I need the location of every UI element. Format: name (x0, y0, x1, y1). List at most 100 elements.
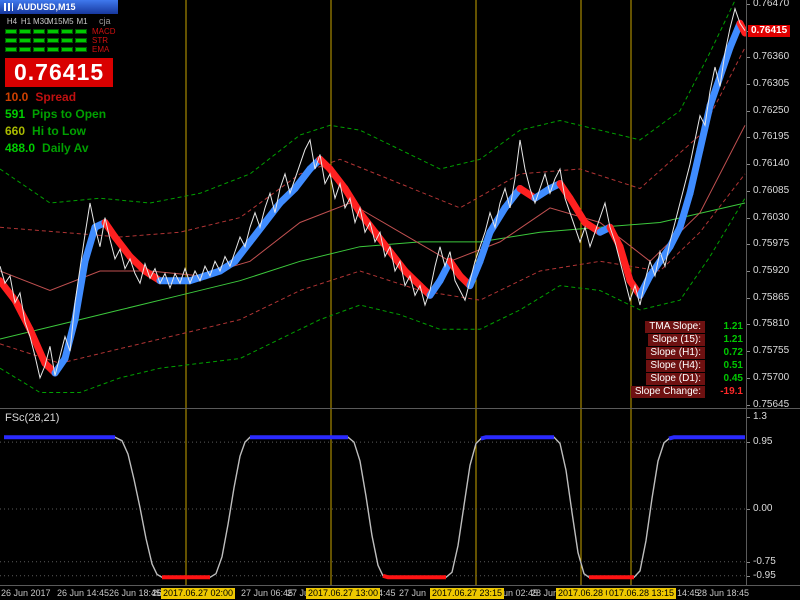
slope-ribbon-segment (696, 102, 714, 154)
signal-square-up (61, 29, 73, 34)
stats-block: 10.0 Spread 591 Pips to Open 660 Hi to Low 488… (5, 90, 116, 155)
time-label: 27 Jun 06:45 (241, 588, 294, 598)
timeframe-label: M1 (76, 16, 88, 26)
tma-row-label: TMA Slope: (645, 321, 705, 333)
tma-row-value: 0.72 (723, 347, 743, 358)
oscillator-axis[interactable]: 1.3 0.95 0.00 -0.75 -0.95 (747, 409, 800, 585)
slope-ribbon-segment (81, 223, 99, 265)
slope-ribbon-segment (616, 243, 634, 285)
price-tick-label: 0.76470 (753, 0, 790, 9)
price-tick-mark (747, 351, 750, 352)
tma-row: Slope (H1): 0.72 (631, 347, 743, 359)
signal-square-up (19, 47, 31, 52)
price-tick-mark (747, 111, 750, 112)
tma-row: Slope (D1): 0.45 (631, 373, 743, 385)
oscillator-tick-mark (747, 562, 750, 563)
price-tick-label: 0.75700 (753, 372, 790, 383)
price-tick-mark (747, 137, 750, 138)
signal-square-up (47, 47, 59, 52)
oscillator-tick-label: -0.75 (753, 556, 776, 567)
price-tick-label: 0.76030 (753, 212, 790, 223)
oscillator-chart[interactable] (0, 409, 746, 585)
price-tick-mark (747, 244, 750, 245)
tma-row-value: 1.21 (723, 334, 743, 345)
tma-row-value: 0.45 (723, 373, 743, 384)
timeframe-label: M15 (47, 16, 63, 26)
tma-row: Slope (15): 1.21 (631, 334, 743, 346)
dashboard-overlay: H4 H1 M30 M15 M5 M1 cja MACD STR EMA 0.76415 10.… (5, 16, 116, 155)
price-tick-label: 0.75645 (753, 399, 790, 408)
chart-title-bar[interactable]: AUDUSD,M15 (0, 0, 118, 14)
signal-square-up (33, 29, 45, 34)
oscillator-line (4, 436, 745, 579)
price-tick-label: 0.76195 (753, 131, 790, 142)
tma-row-value: -19.1 (720, 386, 743, 397)
price-tick-label: 0.76140 (753, 158, 790, 169)
slope-ribbon-segment (261, 199, 284, 226)
time-label: 28 Jun 18:45 (697, 588, 750, 598)
price-tick-label: 0.75865 (753, 292, 790, 303)
signal-row: STR (5, 36, 116, 45)
stat-value: 10.0 (5, 90, 29, 104)
price-tick-label: 0.76360 (753, 51, 790, 62)
time-axis[interactable]: 26 Jun 2017 26 Jun 14:45 26 Jun 18:45 26 201… (0, 585, 800, 600)
time-label: 27 Jun (399, 588, 427, 598)
indicator-author-label: cja (99, 16, 111, 26)
stat-row: 591 Pips to Open (5, 107, 116, 121)
signal-square-up (5, 47, 17, 52)
price-tick-label: 0.75755 (753, 345, 790, 356)
slope-ribbon-segment (476, 228, 494, 265)
time-label: 26 Jun 2017 (1, 588, 51, 598)
tma-row-value: 1.21 (723, 321, 743, 332)
oscillator-tick-label: 0.95 (753, 436, 773, 447)
timeframe-label: M5 (62, 16, 74, 26)
current-price-tag: 0.76415 (748, 25, 791, 37)
stat-value: 488.0 (5, 141, 36, 155)
oscillator-overbought-segment (480, 435, 554, 441)
signal-square-up (75, 38, 87, 43)
tma-row-label: Slope (H1): (646, 347, 705, 359)
stat-row: 660 Hi to Low (5, 124, 116, 138)
price-tick-mark (747, 84, 750, 85)
price-tick-mark (747, 298, 750, 299)
price-tick-label: 0.75975 (753, 238, 790, 249)
price-tick-mark (747, 164, 750, 165)
tma-row-label: Slope (15): (648, 334, 705, 346)
signal-square-up (33, 47, 45, 52)
price-axis[interactable]: 0.76470 0.76415 0.76360 0.76305 0.76250 0.761… (747, 0, 800, 408)
slope-ribbon-segment (61, 316, 79, 362)
tma-row-label: Slope (D1): (646, 373, 705, 385)
tma-row: Slope (H4): 0.51 (631, 360, 743, 372)
oscillator-tick-label: -0.95 (753, 570, 776, 581)
signal-square-up (33, 38, 45, 43)
price-tick-mark (747, 57, 750, 58)
subwindow-separator[interactable] (0, 408, 800, 409)
stat-label: Spread (35, 90, 77, 104)
signal-row-label: STR (92, 36, 108, 45)
stat-value: 591 (5, 107, 26, 121)
signal-square-up (75, 47, 87, 52)
price-tick-mark (747, 378, 750, 379)
tma-row: Slope Change: -19.1 (630, 386, 743, 398)
oscillator-tick-mark (747, 417, 750, 418)
signal-row-label: EMA (92, 45, 110, 54)
tma-row-label: Slope (H4): (646, 360, 705, 372)
price-tick-mark (747, 405, 750, 406)
price-tick-label: 0.75920 (753, 265, 790, 276)
oscillator-tick-mark (747, 509, 750, 510)
slope-ribbon-segment (356, 209, 379, 236)
time-label-highlighted: 2017.06.27 23:15 (430, 588, 505, 599)
chart-title: AUDUSD,M15 (17, 2, 76, 12)
oscillator-oversold-segment (382, 573, 446, 580)
timeframe-row: H4 H1 M30 M15 M5 M1 cja (5, 16, 116, 26)
time-label-highlighted: 017.06.28 13:15 (607, 588, 677, 599)
chart-window: AUDUSD,M15 H4 H1 M30 M15 M5 M1 cja MACD STR EMA … (0, 0, 800, 600)
stat-value: 660 (5, 124, 26, 138)
signal-square-up (61, 47, 73, 52)
signal-grid: MACD STR EMA (5, 28, 116, 54)
signal-square-up (75, 29, 87, 34)
signal-square-up (47, 29, 59, 34)
timeframe-label: H1 (20, 16, 32, 26)
signal-square-up (19, 29, 31, 34)
signal-square-up (5, 38, 17, 43)
